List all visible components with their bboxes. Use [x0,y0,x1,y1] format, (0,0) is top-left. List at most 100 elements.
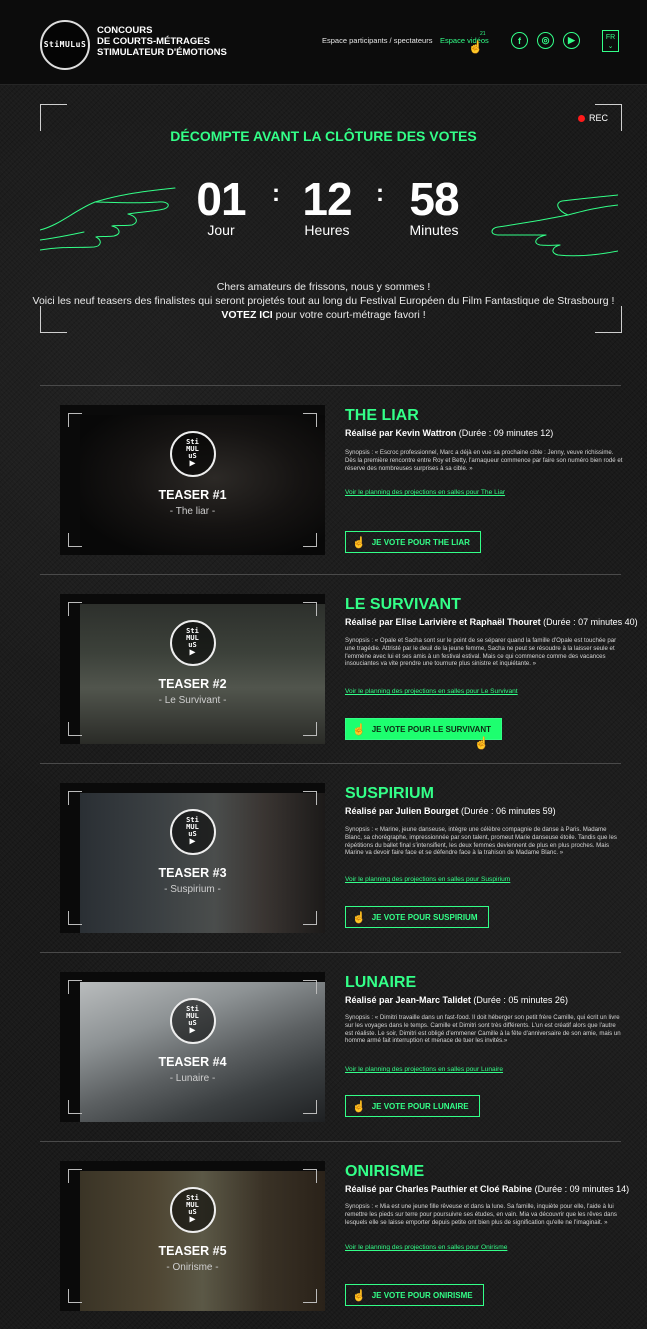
film-duration: (Durée : 05 minutes 26) [470,995,568,1005]
hand-icon: ☝ [352,911,366,924]
screening-schedule-link[interactable]: Voir le planning des projections en sall… [345,1244,507,1251]
film-director: Réalisé par Charles Pauthier et Cloé Rab… [345,1184,629,1194]
director-label: Réalisé par Charles Pauthier et Cloé Rab… [345,1184,533,1194]
facebook-icon[interactable]: f [511,32,528,49]
pointing-hand-left-icon [40,187,176,251]
frame-corner [303,980,317,994]
play-button[interactable]: Sti MUL uS ▶ [169,809,216,855]
film-director: Réalisé par Elise Larivière et Raphaël T… [345,617,638,627]
play-icon: ▶ [189,1025,196,1036]
section-divider [40,763,621,764]
videos-badge: 21 [480,31,486,37]
frame-corner [68,722,82,736]
teaser-subtitle: - Suspirium - [164,884,221,895]
frame-corner [303,722,317,736]
teaser-label: TEASER #5 [158,1244,227,1258]
countdown-days: 01 [196,173,246,225]
film-duration: (Durée : 07 minutes 40) [540,617,638,627]
page: Sti MUL uS CONCOURS DE COURTS-MÉTRAGES STI… [0,0,647,1329]
intro-vote-line: VOTEZ ICI pour votre court-métrage favor… [0,308,647,322]
frame-corner [40,104,67,131]
section-divider [40,952,621,953]
countdown-days-label: Jour [207,222,235,238]
vote-button[interactable]: ☝ JE VOTE POUR ONIRISME [345,1284,484,1306]
frame-corner [68,602,82,616]
frame-corner [303,1169,317,1183]
rec-indicator: REC [578,113,608,123]
film-duration: (Durée : 09 minutes 12) [456,428,554,438]
vote-here-link[interactable]: VOTEZ ICI [221,309,272,321]
screening-schedule-link[interactable]: Voir le planning des projections en sall… [345,489,505,496]
language-selector[interactable]: FR ⌄ [602,30,619,52]
rec-dot-icon [578,114,585,122]
instagram-icon[interactable]: ◎ [537,32,554,49]
screening-schedule-link[interactable]: Voir le planning des projections en sall… [345,1066,503,1073]
play-icon: ▶ [189,458,196,469]
teaser-thumbnail[interactable]: Sti MUL uS ▶ TEASER #3 - Suspirium - [60,783,325,933]
brand-line: CONCOURS [97,25,153,36]
teaser-subtitle: - Lunaire - [169,1073,216,1084]
hand-cursor-icon: ☝ [474,736,489,750]
countdown-title: DÉCOMPTE AVANT LA CLÔTURE DES VOTES [170,128,477,144]
section-divider [40,385,621,386]
play-button[interactable]: Sti MUL uS ▶ [169,1187,216,1233]
vote-label: JE VOTE POUR LE SURVIVANT [371,724,491,734]
film-synopsis: Synopsis : « Escroc professionnel, Marc … [345,449,623,472]
vote-button[interactable]: ☝ JE VOTE POUR SUSPIRIUM [345,906,489,928]
frame-corner [303,791,317,805]
play-button[interactable]: Sti MUL uS ▶ [169,431,216,477]
countdown-minutes-label: Minutes [409,222,459,238]
vote-button[interactable]: ☝ JE VOTE POUR THE LIAR [345,531,481,553]
frame-corner [303,602,317,616]
screening-schedule-link[interactable]: Voir le planning des projections en sall… [345,876,510,883]
youtube-icon[interactable]: ▶ [563,32,580,49]
frame-corner [303,1289,317,1303]
vote-button[interactable]: ☝ JE VOTE POUR LUNAIRE [345,1095,480,1117]
frame-corner [68,1169,82,1183]
vote-label: JE VOTE POUR SUSPIRIUM [371,912,478,922]
film-director: Réalisé par Kevin Wattron (Durée : 09 mi… [345,428,553,438]
brand-line: DE COURTS-MÉTRAGES [97,36,210,47]
film-synopsis: Synopsis : « Opale et Sacha sont sur le … [345,637,617,668]
teaser-subtitle: - The liar - [169,506,216,517]
frame-corner [68,413,82,427]
vote-label: JE VOTE POUR THE LIAR [371,537,470,547]
pointing-hand-right-icon [491,194,618,257]
film-duration: (Durée : 06 minutes 59) [458,806,556,816]
play-button[interactable]: Sti MUL uS ▶ [169,620,216,666]
film-title: SUSPIRIUM [345,785,434,802]
teaser-label: TEASER #3 [158,866,227,880]
director-label: Réalisé par Elise Larivière et Raphaël T… [345,617,541,627]
teaser-subtitle: - Onirisme - [166,1262,219,1273]
brand-line: STIMULATEUR D'ÉMOTIONS [97,47,227,58]
frame-corner [68,980,82,994]
screening-schedule-link[interactable]: Voir le planning des projections en sall… [345,688,518,695]
play-icon: ▶ [189,836,196,847]
site-header: Sti MUL uS CONCOURS DE COURTS-MÉTRAGES STI… [0,0,647,85]
frame-corner [68,791,82,805]
nav-participants-link[interactable]: Espace participants / spectateurs [322,36,432,45]
chevron-down-icon: ⌄ [607,43,614,50]
film-title: LE SURVIVANT [345,596,461,613]
frame-corner [303,911,317,925]
teaser-thumbnail[interactable]: Sti MUL uS ▶ TEASER #1 - The liar - [60,405,325,555]
play-icon: ▶ [189,647,196,658]
vote-label: JE VOTE POUR LUNAIRE [371,1101,469,1111]
teaser-thumbnail[interactable]: Sti MUL uS ▶ TEASER #5 - Onirisme - [60,1161,325,1311]
frame-corner [303,413,317,427]
teaser-subtitle: - Le Survivant - [158,695,227,706]
teaser-label: TEASER #1 [158,488,227,502]
countdown-minutes: 58 [409,173,459,225]
play-icon: ▶ [189,1214,196,1225]
teaser-thumbnail[interactable]: Sti MUL uS ▶ TEASER #2 - Le Survivant - [60,594,325,744]
teaser-thumbnail[interactable]: Sti MUL uS ▶ TEASER #4 - Lunaire - [60,972,325,1122]
frame-corner [68,1100,82,1114]
section-divider [40,1141,621,1142]
film-director: Réalisé par Jean-Marc Talidet (Durée : 0… [345,995,568,1005]
frame-corner [68,533,82,547]
play-button[interactable]: Sti MUL uS ▶ [169,998,216,1044]
intro-text: pour votre court-métrage favori ! [272,309,426,321]
logo[interactable]: Sti MUL uS [40,20,90,70]
film-director: Réalisé par Julien Bourget (Durée : 06 m… [345,806,556,816]
intro-line: Voici les neuf teasers des finalistes qu… [32,295,615,307]
